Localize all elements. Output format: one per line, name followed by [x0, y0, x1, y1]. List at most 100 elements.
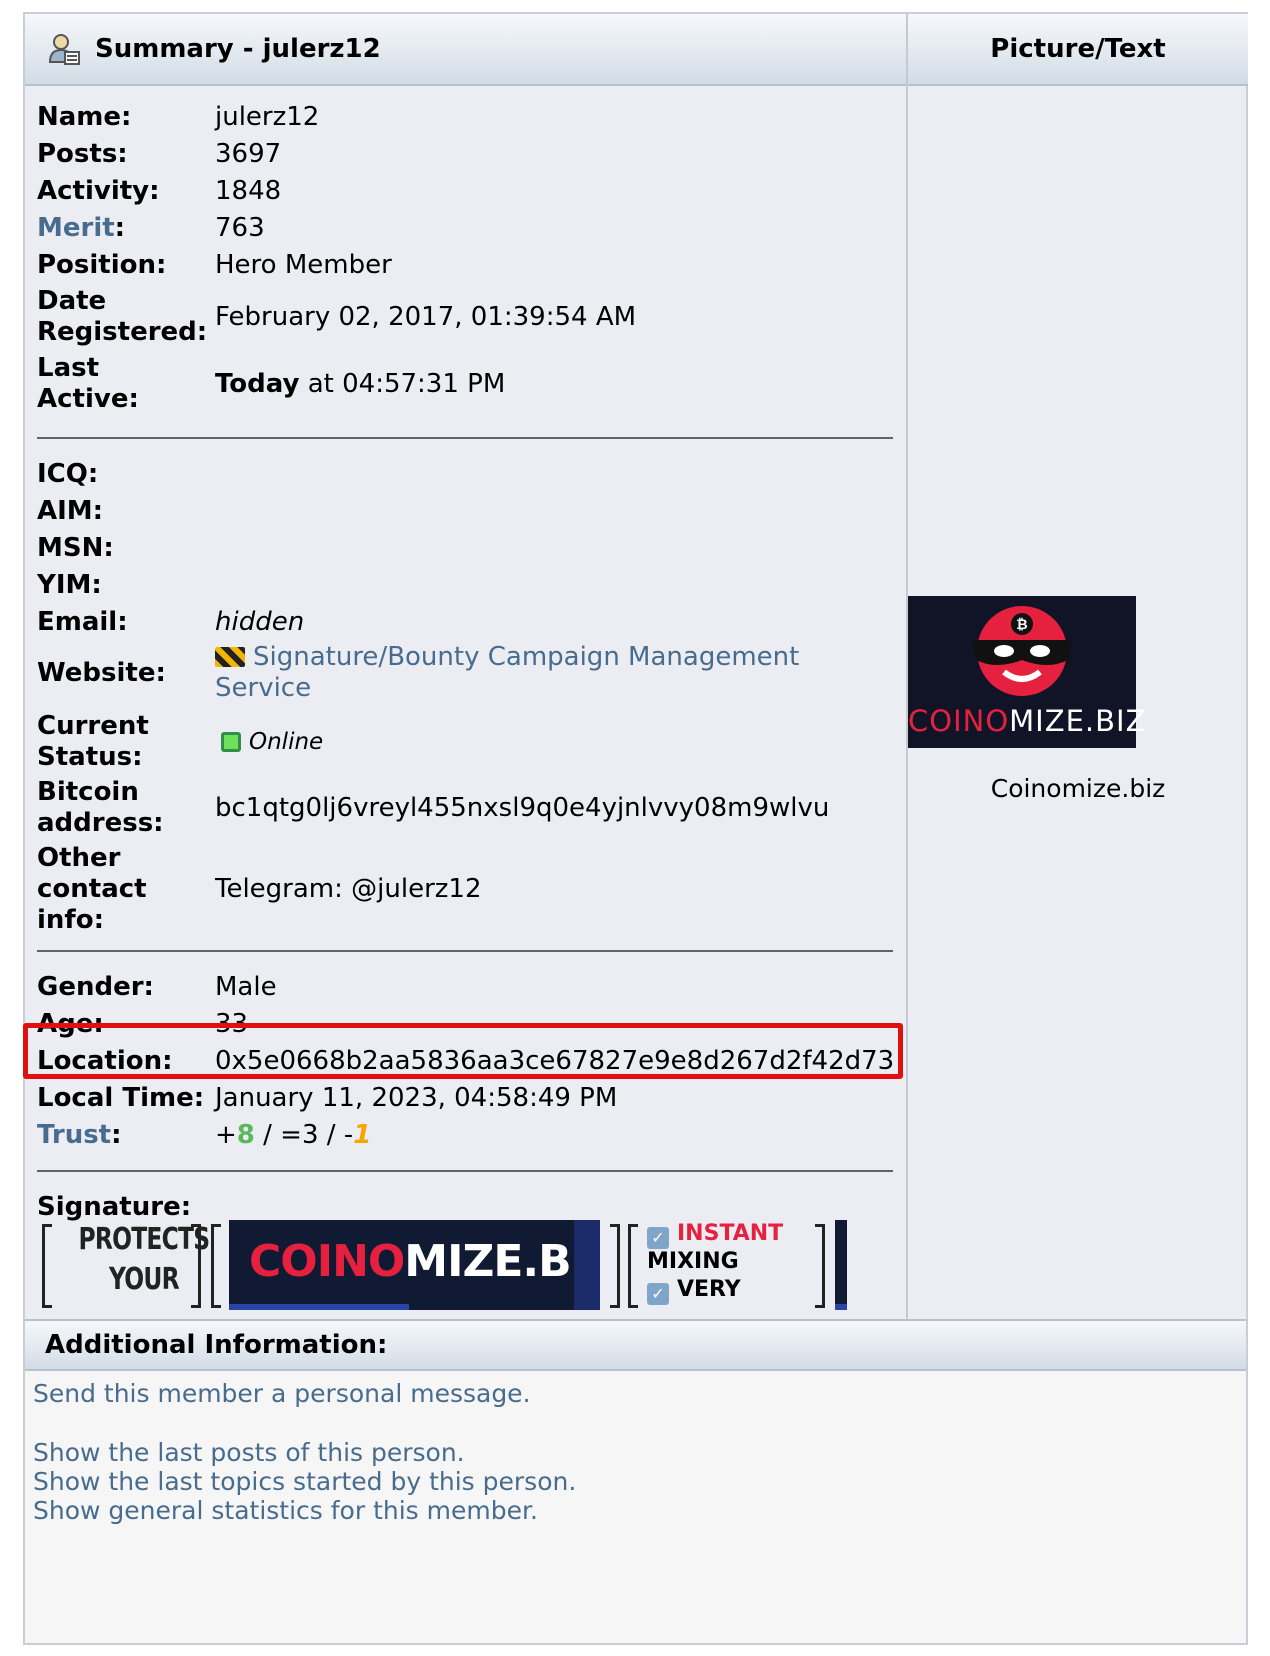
avatar: ₿ COINOMIZE.BIZ: [908, 596, 1147, 748]
divider: [37, 1170, 893, 1172]
gender-label: Gender:: [37, 972, 154, 1002]
sig-coinomize-banner: COINOMIZE.BIZ: [229, 1220, 600, 1310]
last-posts-link[interactable]: Show the last posts of this person.: [33, 1438, 465, 1467]
merit-label: Merit:: [37, 213, 126, 243]
location-highlight-box: [23, 1023, 903, 1079]
website-value: Signature/Bounty Campaign Management Serv…: [215, 642, 897, 704]
trust-value: +8 / =3 / -1: [215, 1120, 372, 1150]
gender-value: Male: [215, 972, 277, 1002]
bracket-right: [815, 1224, 825, 1308]
yim-label: YIM:: [37, 570, 102, 600]
banner-bar: [229, 1304, 409, 1310]
msn-row: MSN:: [37, 533, 897, 564]
bracket-left: [628, 1224, 638, 1308]
aim-row: AIM:: [37, 496, 897, 527]
local-time-label: Local Time:: [37, 1083, 205, 1113]
bracket-right: [191, 1224, 201, 1308]
gender-row: Gender: Male: [37, 972, 897, 1003]
trust-neutral: 3: [301, 1120, 319, 1150]
email-label: Email:: [37, 607, 128, 637]
activity-label: Activity:: [37, 176, 160, 206]
other-contact-value: Telegram: @julerz12: [215, 873, 482, 904]
website-link[interactable]: Signature/Bounty Campaign Management Serv…: [215, 642, 799, 703]
status-value: Online: [215, 726, 897, 758]
position-label: Position:: [37, 250, 167, 280]
sig-feature-mixing: MIXING: [647, 1249, 739, 1274]
merit-value: 763: [215, 213, 265, 243]
activity-value: 1848: [215, 176, 282, 206]
posts-row: Posts: 3697: [37, 139, 897, 170]
website-row: Website: Signature/Bounty Campaign Manag…: [37, 642, 897, 704]
activity-row: Activity: 1848: [37, 176, 897, 207]
construction-icon: [215, 647, 245, 667]
local-time-row: Local Time: January 11, 2023, 04:58:49 P…: [37, 1083, 897, 1114]
bitcoin-label: Bitcoin address:: [37, 777, 164, 838]
bracket-left: [211, 1224, 221, 1308]
yim-row: YIM:: [37, 570, 897, 601]
position-value: Hero Member: [215, 250, 392, 280]
msn-label: MSN:: [37, 533, 114, 563]
name-value: julerz12: [215, 102, 320, 132]
additional-info-header: Additional Information:: [25, 1319, 1246, 1371]
posts-label: Posts:: [37, 139, 128, 169]
icq-label: ICQ:: [37, 459, 99, 489]
svg-text:₿: ₿: [1016, 617, 1027, 633]
email-row: Email: hidden: [37, 607, 897, 638]
additional-info-body: Send this member a personal message. Sho…: [25, 1371, 1246, 1643]
bracket-left: [42, 1224, 52, 1308]
posts-value: 3697: [215, 139, 282, 169]
status-row: Current Status: Online: [37, 711, 897, 772]
icq-row: ICQ:: [37, 459, 897, 490]
status-label: Current Status:: [37, 711, 149, 772]
name-label: Name:: [37, 102, 132, 132]
local-time-value: January 11, 2023, 04:58:49 PM: [215, 1083, 618, 1113]
registered-value: February 02, 2017, 01:39:54 AM: [215, 301, 637, 332]
aim-label: AIM:: [37, 496, 104, 526]
profile-panel: Summary - julerz12 Picture/Text Name: ju…: [23, 12, 1248, 1645]
sig-feature-very: ✓ VERY: [647, 1276, 741, 1305]
name-row: Name: julerz12: [37, 102, 897, 133]
sig-feature-instant: ✓ INSTANT: [647, 1220, 783, 1249]
merit-link[interactable]: Merit: [37, 213, 115, 243]
picture-header: Picture/Text: [908, 14, 1248, 86]
bracket-right: [610, 1224, 620, 1308]
signature-banner[interactable]: PROTECTS YOUR COINOMIZE.BIZ ✓ INSTANT MIXI…: [25, 1216, 905, 1326]
send-pm-link[interactable]: Send this member a personal message.: [33, 1379, 531, 1408]
trust-positive: 8: [236, 1120, 255, 1150]
picture-title: Picture/Text: [990, 34, 1166, 64]
divider: [37, 437, 893, 439]
last-active-row: Last Active: Today at 04:57:31 PM: [37, 353, 897, 414]
online-icon: [221, 732, 241, 752]
trust-row: Trust: +8 / =3 / -1: [37, 1120, 897, 1151]
trust-label: Trust:: [37, 1120, 122, 1150]
email-value: hidden: [215, 607, 305, 637]
summary-header: Summary - julerz12: [25, 14, 906, 86]
trust-link[interactable]: Trust: [37, 1120, 111, 1150]
bitcoin-row: Bitcoin address: bc1qtg0lj6vreyl455nxsl9q…: [37, 777, 897, 838]
position-row: Position: Hero Member: [37, 250, 897, 281]
checkbox-icon: ✓: [647, 1283, 669, 1305]
trust-negative: 1: [353, 1120, 372, 1150]
divider: [37, 950, 893, 952]
additional-info-title: Additional Information:: [45, 1330, 388, 1360]
avatar-brand: COINOMIZE.BIZ: [908, 704, 1147, 738]
other-contact-label: Other contact info:: [37, 842, 147, 935]
merit-row: Merit: 763: [37, 213, 897, 244]
checkbox-icon: ✓: [647, 1227, 669, 1249]
avatar-caption: Coinomize.biz: [990, 774, 1166, 803]
registered-label: Date Registered:: [37, 286, 208, 347]
banner-stripe: [574, 1220, 600, 1310]
member-stats-link[interactable]: Show general statistics for this member.: [33, 1496, 538, 1525]
sig-edge-strip: [835, 1220, 847, 1310]
website-label: Website:: [37, 657, 166, 688]
other-contact-row: Other contact info: Telegram: @julerz12: [37, 842, 897, 935]
last-active-value: Today at 04:57:31 PM: [215, 368, 506, 399]
sig-protects: PROTECTS YOUR: [78, 1222, 211, 1297]
sig-banner-text: COINOMIZE.BIZ: [249, 1236, 600, 1287]
user-icon: [48, 34, 80, 65]
summary-title: Summary - julerz12: [95, 34, 381, 64]
bitcoin-value: bc1qtg0lj6vreyl455nxsl9q0e4yjnlvvy08m9wl…: [215, 792, 830, 823]
last-active-label: Last Active:: [37, 353, 139, 414]
registered-row: Date Registered: February 02, 2017, 01:39…: [37, 286, 897, 347]
last-topics-link[interactable]: Show the last topics started by this per…: [33, 1467, 576, 1496]
